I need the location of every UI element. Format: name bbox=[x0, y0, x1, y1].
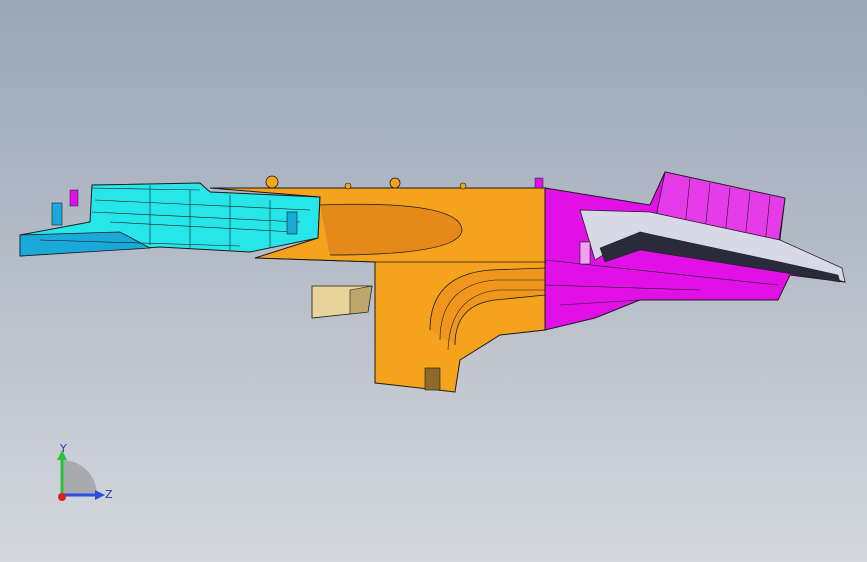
cad-graphics-viewport[interactable]: Y Z bbox=[0, 0, 867, 562]
z-axis-arrowhead bbox=[95, 490, 105, 500]
cad-3d-model[interactable] bbox=[0, 0, 867, 562]
z-axis-label: Z bbox=[105, 488, 113, 501]
triad-plane-indicator bbox=[62, 460, 97, 495]
y-axis-label: Y bbox=[59, 442, 67, 455]
orientation-triad: Y Z bbox=[57, 442, 113, 501]
magenta-duct-section[interactable] bbox=[534, 171, 846, 331]
cyan-duct-section[interactable] bbox=[19, 182, 321, 257]
tan-bracket[interactable] bbox=[311, 285, 373, 319]
triad-origin bbox=[58, 493, 66, 501]
